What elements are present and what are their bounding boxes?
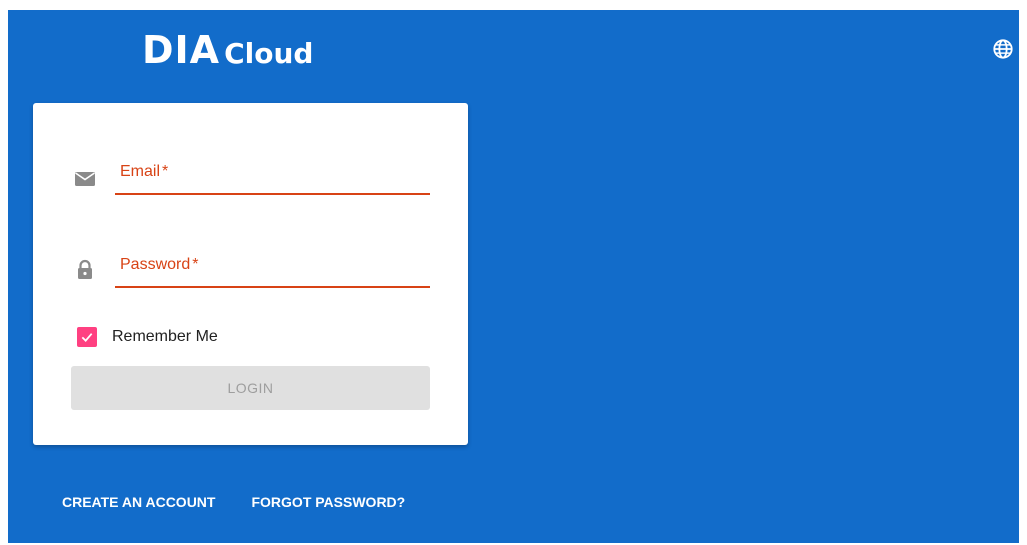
logo-dia-text: DIA <box>142 28 221 72</box>
email-label: Email * <box>120 163 169 180</box>
email-input[interactable]: Email * <box>115 153 430 195</box>
password-required-marker: * <box>192 256 199 273</box>
login-button[interactable]: LOGIN <box>71 366 430 410</box>
logo-cloud-text: Cloud <box>224 37 314 70</box>
dia-cloud-logo: DIA Cloud <box>142 28 313 74</box>
language-button[interactable] <box>992 38 1014 60</box>
remember-me-checkbox[interactable]: Remember Me <box>77 325 218 349</box>
forgot-password-link[interactable]: FORGOT PASSWORD? <box>251 494 405 510</box>
footer-links: CREATE AN ACCOUNT FORGOT PASSWORD? <box>62 494 405 510</box>
app-background: DIA Cloud Email * Password * Remember Me… <box>8 10 1019 543</box>
login-card: Email * Password * Remember Me LOGIN <box>33 103 468 445</box>
checkmark-icon <box>81 333 93 342</box>
email-required-marker: * <box>162 163 169 180</box>
password-input[interactable]: Password * <box>115 246 430 288</box>
envelope-icon <box>75 172 95 186</box>
globe-icon <box>993 39 1013 59</box>
password-field-group: Password * <box>73 246 430 288</box>
create-account-link[interactable]: CREATE AN ACCOUNT <box>62 494 215 510</box>
password-label: Password * <box>120 256 199 273</box>
checkbox-checked[interactable] <box>77 327 97 347</box>
email-field-group: Email * <box>73 153 430 195</box>
lock-icon <box>78 259 92 279</box>
remember-me-label: Remember Me <box>112 328 218 345</box>
